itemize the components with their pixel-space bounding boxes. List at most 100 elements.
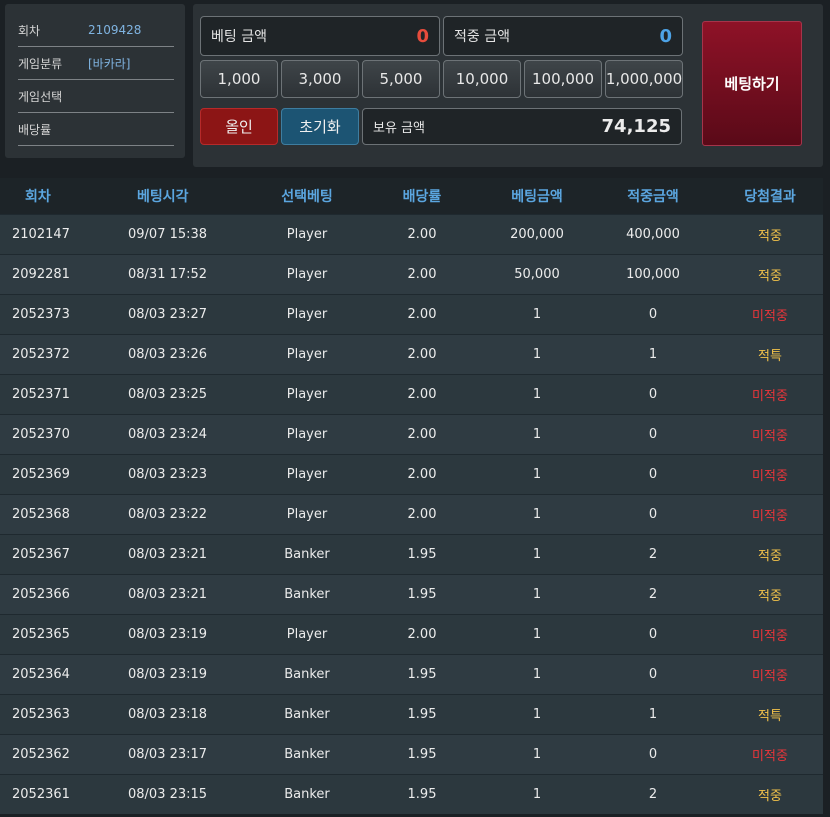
balance-value: 74,125 <box>601 116 671 137</box>
bet-choice-cell: Player <box>286 347 328 362</box>
round-cell: 2052365 <box>12 627 70 642</box>
bet-amount-cell: 1 <box>532 707 542 722</box>
bet-time-cell: 08/03 23:23 <box>128 467 208 482</box>
selection-label: 게임선택 <box>18 89 63 104</box>
bet-amount-cell: 1 <box>532 427 542 442</box>
result-cell: 미적중 <box>752 309 788 324</box>
result-cell: 적특 <box>758 709 782 724</box>
bet-amount-cell: 1 <box>532 347 542 362</box>
result-cell: 미적중 <box>752 629 788 644</box>
bet-time-cell: 08/03 23:21 <box>128 547 208 562</box>
header-bet-amount: 베팅금액 <box>511 189 563 205</box>
chip-1000000-button[interactable]: 1,000,000 <box>605 60 683 98</box>
header-odds: 배당률 <box>402 189 442 205</box>
bet-choice-cell: Player <box>286 267 328 282</box>
info-row-selection: 게임선택 <box>18 80 174 113</box>
table-row: 2052364 08/03 23:19 Banker 1.95 1 0 미적중 <box>0 654 823 694</box>
bet-time-cell: 09/07 15:38 <box>128 227 208 242</box>
win-amount-cell: 0 <box>648 627 658 642</box>
header-result: 당첨결과 <box>744 189 796 205</box>
odds-cell: 1.95 <box>407 707 437 722</box>
bet-choice-cell: Player <box>286 427 328 442</box>
chip-10000-button[interactable]: 10,000 <box>443 60 521 98</box>
win-amount-cell: 400,000 <box>626 227 680 242</box>
bet-amount-cell: 1 <box>532 587 542 602</box>
header-win-amount: 적중금액 <box>627 189 679 205</box>
category-value: [바카라] <box>88 56 131 71</box>
odds-cell: 1.95 <box>407 787 437 802</box>
bet-amount-box: 베팅 금액 0 <box>200 16 440 56</box>
win-amount-cell: 1 <box>648 347 658 362</box>
top-area: 회차 2109428 게임분류 [바카라] 게임선택 배당률 베팅 금액 0 적… <box>0 0 830 172</box>
bet-time-cell: 08/03 23:22 <box>128 507 208 522</box>
odds-cell: 2.00 <box>407 427 437 442</box>
result-cell: 미적중 <box>752 469 788 484</box>
bet-choice-cell: Player <box>286 507 328 522</box>
result-cell: 적중 <box>758 269 782 284</box>
round-cell: 2052372 <box>12 347 70 362</box>
round-cell: 2052364 <box>12 667 70 682</box>
table-row: 2052363 08/03 23:18 Banker 1.95 1 1 적특 <box>0 694 823 734</box>
chip-3000-button[interactable]: 3,000 <box>281 60 359 98</box>
table-row: 2052368 08/03 23:22 Player 2.00 1 0 미적중 <box>0 494 823 534</box>
bet-amount-cell: 1 <box>532 667 542 682</box>
bet-choice-cell: Player <box>286 627 328 642</box>
chip-100000-button[interactable]: 100,000 <box>524 60 602 98</box>
win-amount-cell: 0 <box>648 467 658 482</box>
bet-choice-cell: Banker <box>284 747 330 762</box>
bet-time-cell: 08/03 23:15 <box>128 787 208 802</box>
scroll-gutter <box>823 172 830 817</box>
bet-amount-cell: 200,000 <box>510 227 564 242</box>
round-cell: 2052362 <box>12 747 70 762</box>
chip-5000-button[interactable]: 5,000 <box>362 60 440 98</box>
reset-button[interactable]: 초기화 <box>281 108 359 145</box>
bet-choice-cell: Player <box>286 307 328 322</box>
info-row-category: 게임분류 [바카라] <box>18 47 174 80</box>
chip-1000-button[interactable]: 1,000 <box>200 60 278 98</box>
odds-cell: 2.00 <box>407 227 437 242</box>
bet-amount-cell: 1 <box>532 547 542 562</box>
bet-amount-cell: 1 <box>532 387 542 402</box>
bet-time-cell: 08/03 23:24 <box>128 427 208 442</box>
win-amount-cell: 0 <box>648 427 658 442</box>
bet-time-cell: 08/03 23:25 <box>128 387 208 402</box>
place-bet-button[interactable]: 베팅하기 <box>702 21 802 146</box>
game-info-panel: 회차 2109428 게임분류 [바카라] 게임선택 배당률 <box>5 4 185 158</box>
table-row: 2052361 08/03 23:15 Banker 1.95 1 2 적중 <box>0 774 823 814</box>
bet-amount-cell: 1 <box>532 307 542 322</box>
odds-cell: 1.95 <box>407 747 437 762</box>
round-cell: 2052361 <box>12 787 70 802</box>
table-row: 2052372 08/03 23:26 Player 2.00 1 1 적특 <box>0 334 823 374</box>
bet-amount-cell: 50,000 <box>514 267 560 282</box>
table-row: 2052371 08/03 23:25 Player 2.00 1 0 미적중 <box>0 374 823 414</box>
category-label: 게임분류 <box>18 56 63 71</box>
header-bet-time: 베팅시각 <box>137 189 189 205</box>
win-amount-label: 적중 금액 <box>454 29 510 45</box>
win-amount-value: 0 <box>659 25 672 47</box>
result-cell: 미적중 <box>752 389 788 404</box>
round-cell: 2092281 <box>12 267 70 282</box>
result-cell: 미적중 <box>752 669 788 684</box>
win-amount-cell: 100,000 <box>626 267 680 282</box>
round-cell: 2102147 <box>12 227 70 242</box>
result-cell: 적중 <box>758 589 782 604</box>
round-value: 2109428 <box>88 23 142 37</box>
win-amount-cell: 2 <box>648 547 658 562</box>
round-cell: 2052373 <box>12 307 70 322</box>
win-amount-cell: 0 <box>648 307 658 322</box>
win-amount-cell: 0 <box>648 667 658 682</box>
bet-time-cell: 08/03 23:19 <box>128 627 208 642</box>
result-cell: 적특 <box>758 349 782 364</box>
table-row: 2052373 08/03 23:27 Player 2.00 1 0 미적중 <box>0 294 823 334</box>
header-bet-choice: 선택베팅 <box>281 189 333 205</box>
round-cell: 2052363 <box>12 707 70 722</box>
result-cell: 미적중 <box>752 429 788 444</box>
bet-choice-cell: Banker <box>284 667 330 682</box>
bet-choice-cell: Banker <box>284 787 330 802</box>
table-row: 2092281 08/31 17:52 Player 2.00 50,000 100,00… <box>0 254 823 294</box>
all-in-button[interactable]: 올인 <box>200 108 278 145</box>
win-amount-cell: 2 <box>648 587 658 602</box>
bet-choice-cell: Banker <box>284 707 330 722</box>
win-amount-cell: 0 <box>648 387 658 402</box>
table-body: 2102147 09/07 15:38 Player 2.00 200,000 400,0… <box>0 214 823 814</box>
